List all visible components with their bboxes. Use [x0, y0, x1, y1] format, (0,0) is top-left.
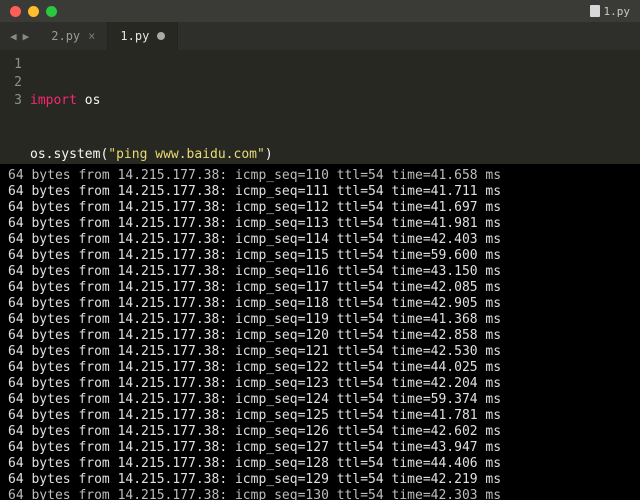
- string-arg: "ping www.baidu.com": [108, 147, 265, 162]
- traffic-lights: [0, 6, 57, 17]
- code-line: import os: [30, 92, 640, 110]
- tab-label: 1.py: [120, 29, 149, 43]
- console-line: 64 bytes from 14.215.177.38: icmp_seq=11…: [8, 248, 632, 264]
- console-line: 64 bytes from 14.215.177.38: icmp_seq=12…: [8, 440, 632, 456]
- code-area[interactable]: import os os.system("ping www.baidu.com"…: [30, 56, 640, 158]
- console-line: 64 bytes from 14.215.177.38: icmp_seq=12…: [8, 408, 632, 424]
- paren-close: ): [265, 147, 273, 162]
- zoom-window-icon[interactable]: [46, 6, 57, 17]
- console-line: 64 bytes from 14.215.177.38: icmp_seq=11…: [8, 280, 632, 296]
- console-line: 64 bytes from 14.215.177.38: icmp_seq=12…: [8, 360, 632, 376]
- close-tab-icon[interactable]: ×: [88, 29, 95, 43]
- window-titlebar: 1.py: [0, 0, 640, 22]
- console-line: 64 bytes from 14.215.177.38: icmp_seq=12…: [8, 472, 632, 488]
- nav-forward-icon[interactable]: ▶: [23, 30, 30, 43]
- object-os: os: [30, 147, 46, 162]
- console-line: 64 bytes from 14.215.177.38: icmp_seq=12…: [8, 424, 632, 440]
- minimize-window-icon[interactable]: [28, 6, 39, 17]
- keyword-import: import: [30, 93, 77, 108]
- console-line: 64 bytes from 14.215.177.38: icmp_seq=11…: [8, 168, 632, 184]
- window-title: 1.py: [590, 5, 631, 18]
- tab-label: 2.py: [51, 29, 80, 43]
- line-number: 3: [0, 92, 22, 110]
- fn-system: system: [53, 147, 100, 162]
- tab-bar: ◀ ▶ 2.py × 1.py: [0, 22, 640, 50]
- tab-1py[interactable]: 1.py: [108, 22, 178, 50]
- module-os: os: [85, 93, 101, 108]
- console-line: 64 bytes from 14.215.177.38: icmp_seq=11…: [8, 216, 632, 232]
- console-line: 64 bytes from 14.215.177.38: icmp_seq=12…: [8, 392, 632, 408]
- console-line: 64 bytes from 14.215.177.38: icmp_seq=11…: [8, 232, 632, 248]
- nav-back-icon[interactable]: ◀: [10, 30, 17, 43]
- tab-2py[interactable]: 2.py ×: [39, 22, 108, 50]
- file-icon: [590, 5, 600, 17]
- console-line: 64 bytes from 14.215.177.38: icmp_seq=12…: [8, 456, 632, 472]
- console-line: 64 bytes from 14.215.177.38: icmp_seq=11…: [8, 312, 632, 328]
- console-line: 64 bytes from 14.215.177.38: icmp_seq=12…: [8, 344, 632, 360]
- console-line: 64 bytes from 14.215.177.38: icmp_seq=12…: [8, 376, 632, 392]
- line-number: 2: [0, 74, 22, 92]
- tab-nav-arrows: ◀ ▶: [0, 22, 39, 50]
- close-window-icon[interactable]: [10, 6, 21, 17]
- output-console[interactable]: 64 bytes from 14.215.177.38: icmp_seq=11…: [0, 164, 640, 500]
- dirty-indicator-icon: [157, 32, 165, 40]
- code-editor[interactable]: 1 2 3 import os os.system("ping www.baid…: [0, 50, 640, 164]
- console-line: 64 bytes from 14.215.177.38: icmp_seq=11…: [8, 200, 632, 216]
- console-line: 64 bytes from 14.215.177.38: icmp_seq=11…: [8, 184, 632, 200]
- code-line: os.system("ping www.baidu.com"): [30, 146, 640, 164]
- window-title-text: 1.py: [604, 5, 631, 18]
- console-line: 64 bytes from 14.215.177.38: icmp_seq=13…: [8, 488, 632, 500]
- console-line: 64 bytes from 14.215.177.38: icmp_seq=11…: [8, 296, 632, 312]
- console-line: 64 bytes from 14.215.177.38: icmp_seq=11…: [8, 264, 632, 280]
- line-gutter: 1 2 3: [0, 56, 30, 158]
- line-number: 1: [0, 56, 22, 74]
- console-line: 64 bytes from 14.215.177.38: icmp_seq=12…: [8, 328, 632, 344]
